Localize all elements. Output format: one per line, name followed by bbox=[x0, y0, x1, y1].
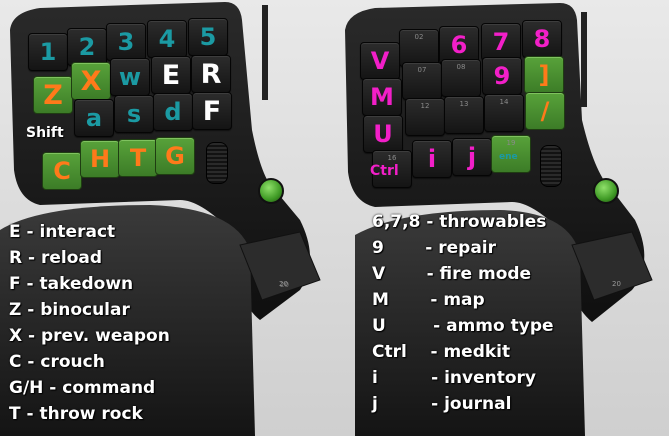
key-number: 02 bbox=[414, 33, 424, 41]
key-number: 08 bbox=[456, 63, 466, 71]
right-key-rm[interactable]: M bbox=[362, 78, 402, 116]
key-label: ] bbox=[538, 61, 550, 89]
legend-line: Z - binocular bbox=[9, 300, 130, 320]
legend-line: i - inventory bbox=[372, 368, 536, 388]
right-legend: 6,7,8 - throwables 9 - repair V - fire mod… bbox=[372, 209, 554, 417]
right-key-ri[interactable]: i bbox=[412, 140, 452, 178]
right-key-r9[interactable]: 9 bbox=[482, 57, 522, 95]
ctrl-key-label: Ctrl bbox=[370, 163, 399, 179]
key-label: 8 bbox=[533, 25, 551, 53]
legend-line: Ctrl - medkit bbox=[372, 342, 511, 362]
right-key-rv[interactable]: V bbox=[360, 42, 400, 80]
legend-line: F - takedown bbox=[9, 274, 134, 294]
right-key-rr3c[interactable]: 13 bbox=[444, 96, 484, 134]
legend-line: V - fire mode bbox=[372, 264, 532, 284]
right-key-rr3b[interactable]: 12 bbox=[405, 98, 445, 136]
legend-line: E - interact bbox=[9, 222, 116, 242]
key-label: 9 bbox=[493, 62, 511, 90]
key-label: j bbox=[467, 143, 477, 171]
key-number: 14 bbox=[499, 98, 509, 106]
legend-line: G/H - command bbox=[9, 378, 156, 398]
keypad-binding-screenshot: { "left_pad": { "keys": [ {"id":"k1","la… bbox=[0, 0, 669, 436]
key-number: 13 bbox=[459, 100, 469, 108]
right-key-rr3d[interactable]: 14 bbox=[484, 94, 524, 132]
shift-key-label: Shift bbox=[26, 125, 64, 141]
right-key-rj[interactable]: j bbox=[452, 138, 492, 176]
legend-line: R - reload bbox=[9, 248, 103, 268]
right-key-r7[interactable]: 7 bbox=[481, 23, 521, 61]
legend-line: j - journal bbox=[372, 394, 512, 414]
legend-line: M - map bbox=[372, 290, 485, 310]
legend-line: 9 - repair bbox=[372, 238, 496, 258]
key-label: 6 bbox=[450, 31, 468, 59]
legend-line: 6,7,8 - throwables bbox=[372, 212, 547, 232]
key-number: 19 bbox=[506, 139, 516, 147]
right-key-ru[interactable]: U bbox=[363, 115, 403, 153]
key-number: 07 bbox=[417, 66, 427, 74]
key-label: / bbox=[540, 97, 550, 125]
legend-line: X - prev. weapon bbox=[9, 326, 170, 346]
legend-line: T - throw rock bbox=[9, 404, 143, 424]
right-key-rr2b[interactable]: 07 bbox=[402, 62, 442, 100]
key-label: i bbox=[427, 145, 437, 173]
legend-line: U - ammo type bbox=[372, 316, 554, 336]
key19-caption: ene bbox=[499, 152, 518, 162]
key-label: 7 bbox=[492, 28, 510, 56]
right-key-rsl[interactable]: / bbox=[525, 92, 565, 130]
left-legend: E - interact R - reload F - takedown Z - bi… bbox=[9, 219, 170, 427]
key-number: 12 bbox=[420, 102, 430, 110]
key-label: V bbox=[370, 47, 390, 75]
right-key-rr2c[interactable]: 08 bbox=[441, 59, 481, 97]
right-key-r8[interactable]: 8 bbox=[522, 20, 562, 58]
right-key-rbr[interactable]: ] bbox=[524, 56, 564, 94]
key-label: U bbox=[373, 120, 393, 148]
key-number: 16 bbox=[387, 154, 397, 162]
legend-line: C - crouch bbox=[9, 352, 105, 372]
key-label: M bbox=[370, 83, 394, 111]
